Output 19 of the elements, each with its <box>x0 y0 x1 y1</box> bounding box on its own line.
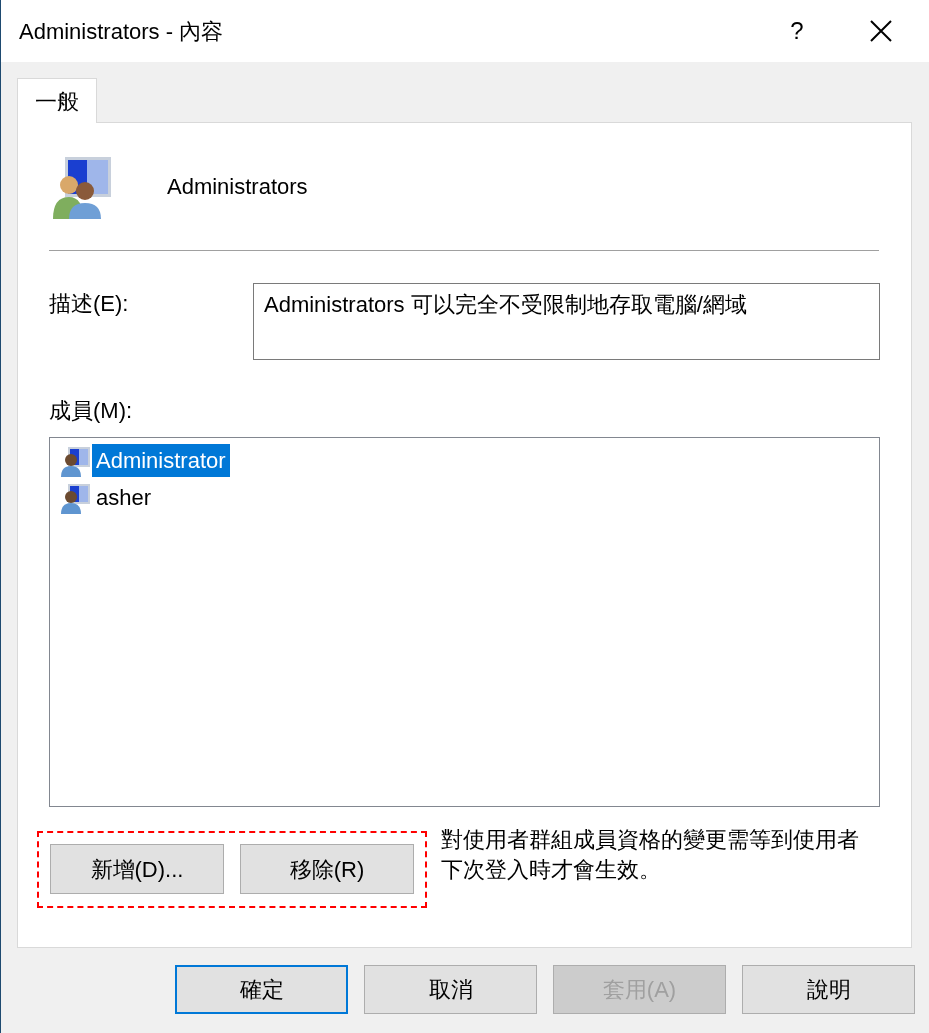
window-title: Administrators - 內容 <box>19 17 224 46</box>
close-icon <box>870 20 892 42</box>
dialog-button[interactable]: 說明 <box>742 965 915 1014</box>
members-label: 成員(M): <box>49 397 134 425</box>
member-item[interactable]: asher <box>92 481 156 514</box>
description-label: 描述(E): <box>49 290 130 318</box>
member-button[interactable]: 新增(D)... <box>50 844 224 894</box>
tab[interactable]: 一般 <box>17 78 97 123</box>
dialog-button[interactable]: 取消 <box>364 965 537 1014</box>
group-name: Administrators <box>167 173 308 201</box>
user-icon <box>60 481 92 514</box>
description-field[interactable]: Administrators 可以完全不受限制地存取電腦/網域 <box>253 283 880 360</box>
membership-note: 對使用者群組成員資格的變更需等到使用者下次登入時才會生效。 <box>441 826 860 884</box>
members-list[interactable]: Administrator asher <box>49 437 880 807</box>
dialog-button[interactable]: 確定 <box>175 965 348 1014</box>
user-icon <box>60 444 92 477</box>
member-item[interactable]: Administrator <box>92 444 230 477</box>
member-button[interactable]: 移除(R) <box>240 844 414 894</box>
help-button[interactable]: ? <box>777 11 817 51</box>
